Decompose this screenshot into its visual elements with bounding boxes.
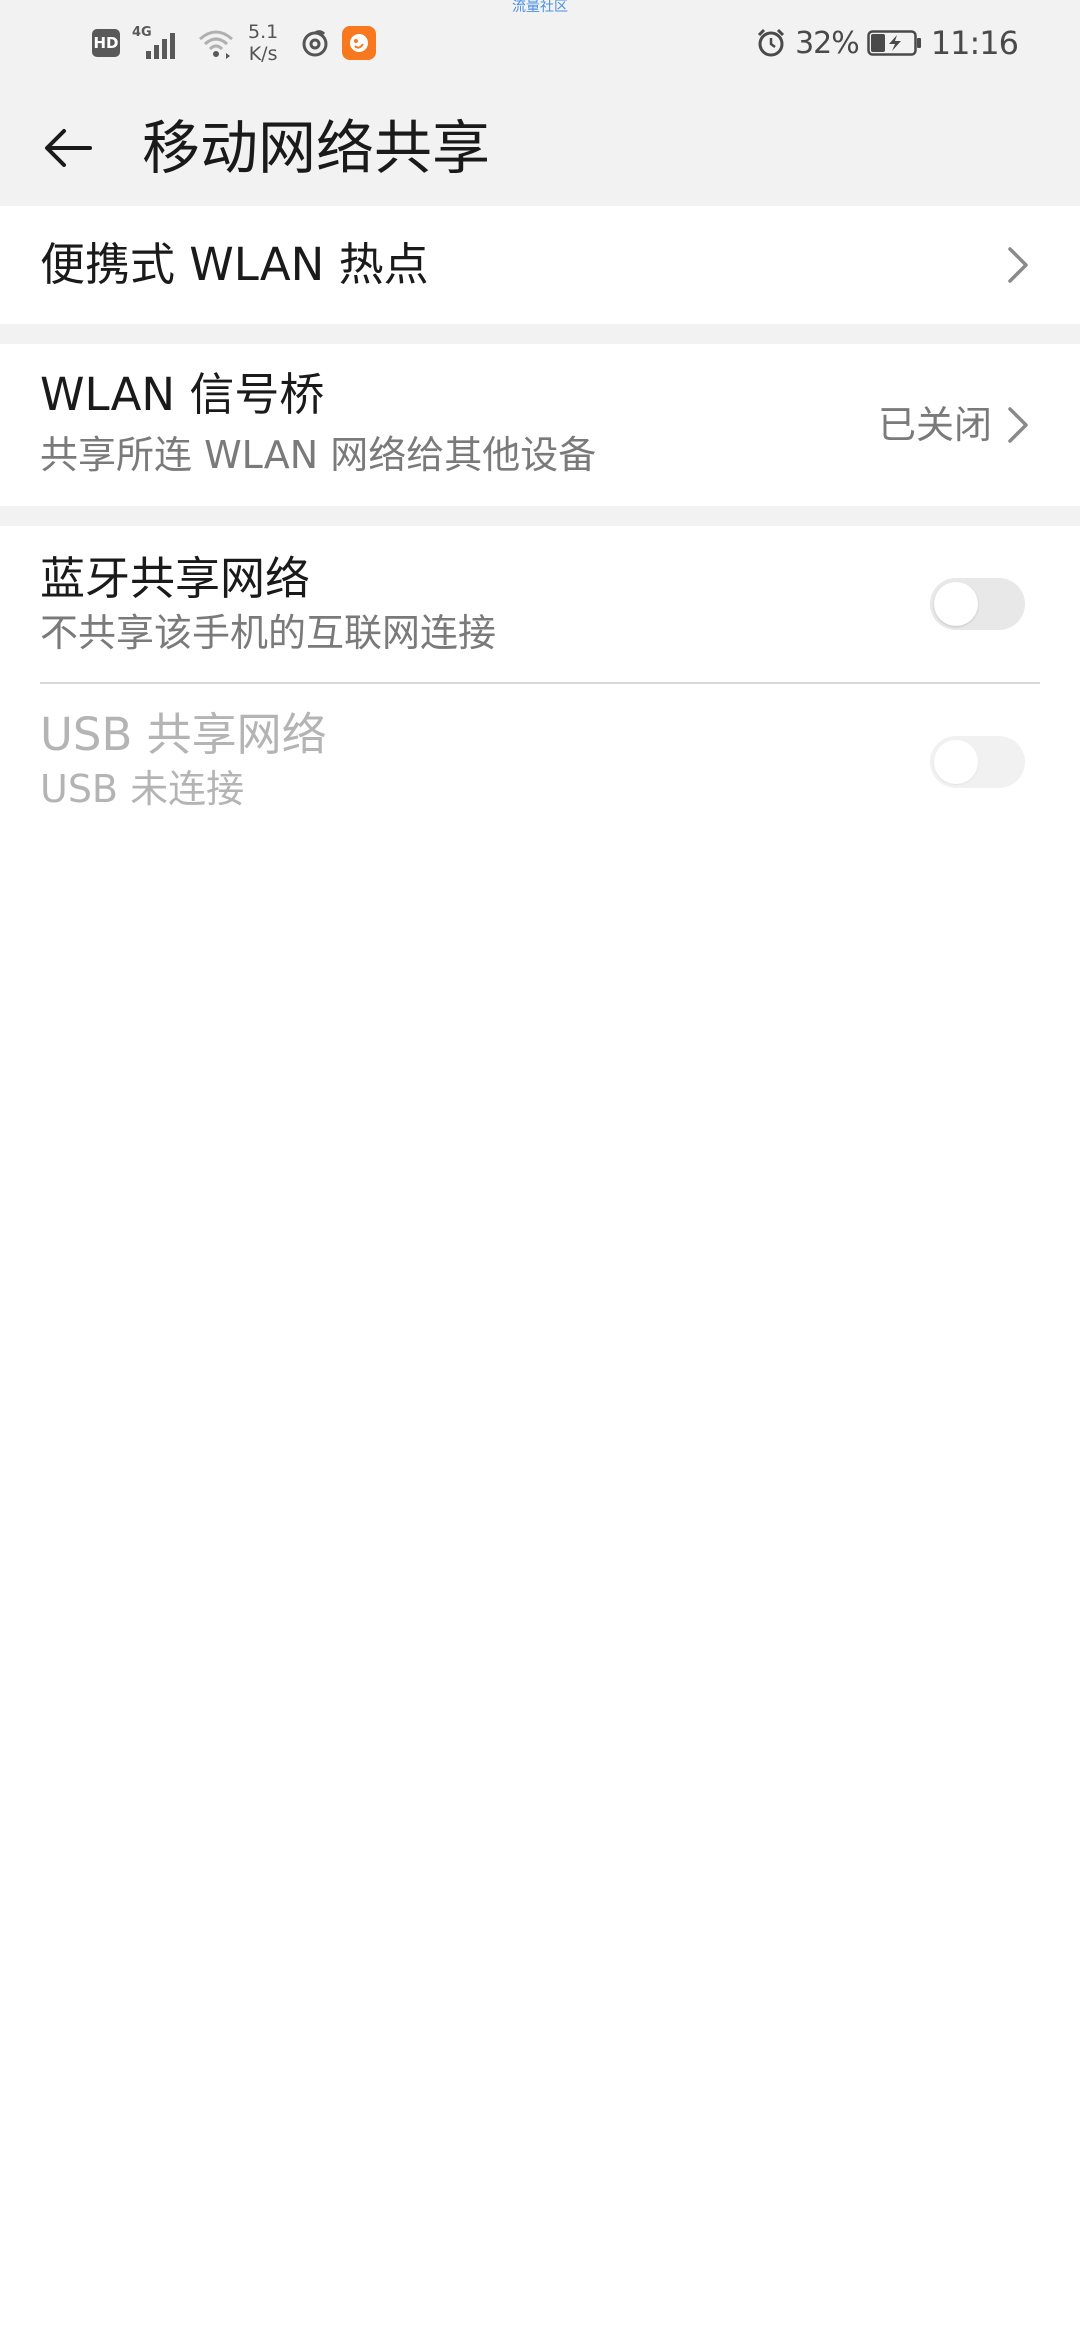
toggle-knob	[934, 740, 978, 784]
bluetooth-tethering-toggle[interactable]	[930, 578, 1025, 630]
wlan-bridge-subtitle: 共享所连 WLAN 网络给其他设备	[40, 433, 597, 477]
app-header: 移动网络共享	[0, 86, 1080, 206]
alarm-icon	[758, 28, 785, 57]
usb-tethering-row[interactable]: USB 共享网络 USB 未连接	[0, 684, 1080, 840]
network-speed: 5.1 K/s	[248, 21, 278, 65]
app-badge-icon	[342, 26, 377, 60]
bluetooth-tethering-row[interactable]: 蓝牙共享网络 不共享该手机的互联网连接	[0, 526, 1080, 682]
bluetooth-tethering-subtitle: 不共享该手机的互联网连接	[40, 611, 497, 655]
section-gap	[0, 506, 1080, 526]
page-title: 移动网络共享	[142, 114, 491, 182]
battery-percent: 32%	[795, 25, 860, 61]
signal-icon: 4G	[132, 25, 184, 61]
spiral-icon	[302, 30, 328, 57]
back-arrow-icon[interactable]	[40, 120, 96, 176]
section-hotspot: 便携式 WLAN 热点	[0, 206, 1080, 324]
clock: 11:16	[930, 24, 1019, 62]
chevron-right-icon	[1008, 247, 1028, 283]
usb-tethering-toggle[interactable]	[930, 736, 1025, 788]
wlan-bridge-title: WLAN 信号桥	[40, 368, 325, 421]
hd-icon: HD	[92, 29, 120, 57]
hotspot-title: 便携式 WLAN 热点	[40, 238, 429, 291]
section-tethering: 蓝牙共享网络 不共享该手机的互联网连接 USB 共享网络 USB 未连接	[0, 526, 1080, 2340]
status-right: 32% 11:16	[755, 18, 1019, 68]
usb-tethering-subtitle: USB 未连接	[40, 767, 245, 811]
hotspot-row[interactable]: 便携式 WLAN 热点	[0, 206, 1080, 324]
status-left: HD 4G 5.1 K/s	[92, 18, 377, 68]
network-speed-unit: K/s	[248, 43, 278, 65]
battery-icon	[867, 30, 921, 56]
wifi-icon	[199, 30, 233, 59]
chevron-right-icon	[1008, 407, 1028, 443]
bluetooth-tethering-title: 蓝牙共享网络	[40, 552, 311, 605]
usb-tethering-title: USB 共享网络	[40, 708, 327, 761]
status-bar: 流量社区 HD 4G 5.1 K/s 32% 11:16	[0, 0, 1080, 86]
wlan-bridge-status: 已关闭	[877, 403, 992, 447]
network-speed-value: 5.1	[248, 21, 279, 43]
network-type-label: 4G	[132, 25, 152, 40]
section-gap	[0, 324, 1080, 344]
top-note: 流量社区	[512, 0, 568, 15]
wlan-bridge-row[interactable]: WLAN 信号桥 共享所连 WLAN 网络给其他设备 已关闭	[0, 344, 1080, 506]
section-wlan-bridge: WLAN 信号桥 共享所连 WLAN 网络给其他设备 已关闭	[0, 344, 1080, 506]
toggle-knob	[934, 582, 978, 626]
